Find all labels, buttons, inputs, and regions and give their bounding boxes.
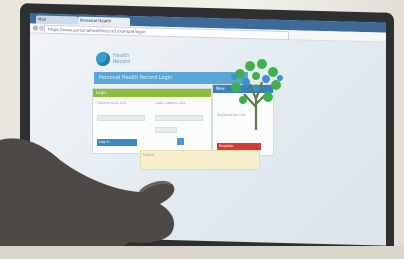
health-tree-illustration [231,59,283,130]
desk-edge [0,246,404,259]
brand-name: Health Record [113,53,130,65]
page-title-banner: Personal Health Record Login [94,72,248,84]
pointing-hand [0,138,175,259]
login-card-header: Login [93,89,211,97]
login-column-1-text: Patient login text [97,101,127,105]
back-icon[interactable] [33,25,38,31]
login-column-2-text: Login details text [155,101,186,105]
health-logo-icon [96,52,110,66]
register-button[interactable]: Register [217,143,261,150]
hand-shape [0,138,175,259]
brand-line-2: Record [113,59,131,65]
